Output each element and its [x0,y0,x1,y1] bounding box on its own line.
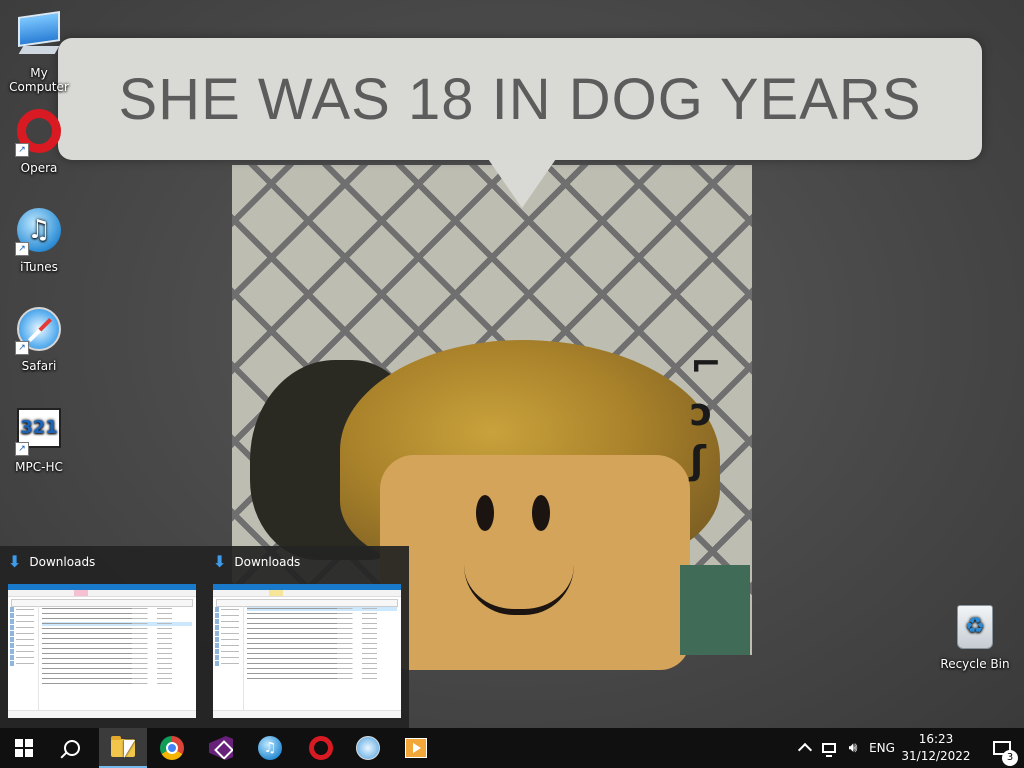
itunes-icon: ♫ ↗ [15,208,63,256]
mouse-cursor-icon [124,740,135,758]
opera-icon: ↗ [15,109,63,157]
download-arrow-icon: ⬇ [8,552,22,571]
wallpaper-green-block [680,565,750,655]
clock-time: 16:23 [918,732,954,746]
thumbnail-title: Downloads [29,555,96,569]
safari-icon: ↗ [15,307,63,355]
taskbar-safari[interactable] [344,728,392,768]
shortcut-arrow-icon: ↗ [15,442,29,456]
desktop-icon-recycle-bin[interactable]: ♻ Recycle Bin [935,602,1015,671]
taskbar-mpc-hc[interactable] [392,728,440,768]
mpc-hc-icon: 321 ↗ [15,408,63,456]
shortcut-arrow-icon: ↗ [15,143,29,157]
volume-button[interactable]: 🔊︎ [842,728,864,768]
clock-button[interactable]: 16:23 31/12/2022 [898,728,974,768]
notification-count-badge: 3 [1002,750,1018,766]
thumbnail-window-preview [8,584,196,718]
search-icon [64,740,80,756]
safari-icon [356,736,380,760]
wallpaper-scribble: ⌐ ɔ ʃ [690,342,722,482]
desktop-icon-mpc-hc[interactable]: 321 ↗ MPC-HC [0,404,79,474]
action-center-button[interactable]: 3 [980,728,1024,768]
wallpaper-right-eye [532,495,550,531]
thumbnail-window-preview [213,584,401,718]
desktop-icon-label: MPC-HC [15,460,63,474]
chrome-icon [160,736,184,760]
taskbar: ♫ 🔊︎ ENG 16:23 31/12/2022 3 [0,728,1024,768]
wallpaper-left-eye [476,495,494,531]
taskbar-opera[interactable] [297,728,345,768]
thumbnail-downloads-1[interactable]: ⬇ Downloads [0,546,202,728]
mpc-hc-icon [405,738,427,758]
taskbar-thumbnail-previews: ⬇ Downloads ⬇ Downloads [0,546,409,728]
taskbar-chrome[interactable] [148,728,196,768]
desktop-icon-safari[interactable]: ↗ Safari [0,305,79,373]
taskbar-file-explorer[interactable] [99,728,147,768]
taskbar-itunes[interactable]: ♫ [246,728,294,768]
desktop-icon-label: Opera [20,161,58,175]
language-label: ENG [869,741,895,755]
desktop-icon-label: Safari [21,359,57,373]
speech-bubble-tail [486,156,558,208]
desktop-icon-label: iTunes [20,260,58,274]
chevron-up-icon [797,742,813,758]
desktop-icon-label: Recycle Bin [940,657,1010,671]
download-arrow-icon: ⬇ [213,552,227,571]
computer-icon [15,11,63,62]
desktop-icon-my-computer[interactable]: My Computer [0,8,79,94]
shortcut-arrow-icon: ↗ [15,341,29,355]
wallpaper-caption: SHE WAS 18 IN DOG YEARS [118,66,922,132]
shortcut-arrow-icon: ↗ [15,242,29,256]
desktop-icon-itunes[interactable]: ♫ ↗ iTunes [0,206,79,274]
speaker-icon: 🔊︎ [848,740,858,756]
recycle-bin-icon: ♻ [951,605,999,653]
network-icon [822,743,836,757]
thumbnail-downloads-2[interactable]: ⬇ Downloads [205,546,407,728]
windows-logo-icon [15,739,33,757]
desktop-icon-opera[interactable]: ↗ Opera [0,107,79,175]
wallpaper-speech-bubble: SHE WAS 18 IN DOG YEARS [58,38,982,160]
visual-studio-icon [209,736,233,760]
language-indicator[interactable]: ENG [866,728,898,768]
clock-date: 31/12/2022 [901,749,971,763]
taskbar-visual-studio[interactable] [197,728,245,768]
network-button[interactable] [818,728,840,768]
start-button[interactable] [0,728,48,768]
desktop-icon-label: My Computer [9,66,69,94]
search-button[interactable] [48,728,96,768]
wallpaper-face [380,455,690,670]
thumbnail-title: Downloads [234,555,301,569]
opera-icon [309,736,333,760]
wallpaper-mouth [464,565,574,615]
show-hidden-icons-button[interactable] [796,728,814,768]
itunes-icon: ♫ [258,736,282,760]
